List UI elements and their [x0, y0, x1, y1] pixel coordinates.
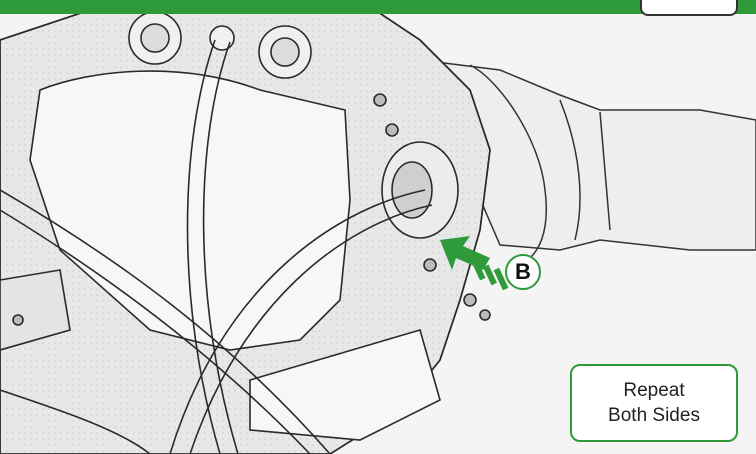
step-tab: [640, 0, 738, 16]
repeat-note-line2: Both Sides: [608, 405, 700, 426]
bracket-sketch: [0, 0, 491, 454]
repeat-note: Repeat Both Sides: [570, 364, 738, 442]
callout-label-b: B: [505, 254, 541, 290]
repeat-note-line1: Repeat: [623, 380, 685, 401]
